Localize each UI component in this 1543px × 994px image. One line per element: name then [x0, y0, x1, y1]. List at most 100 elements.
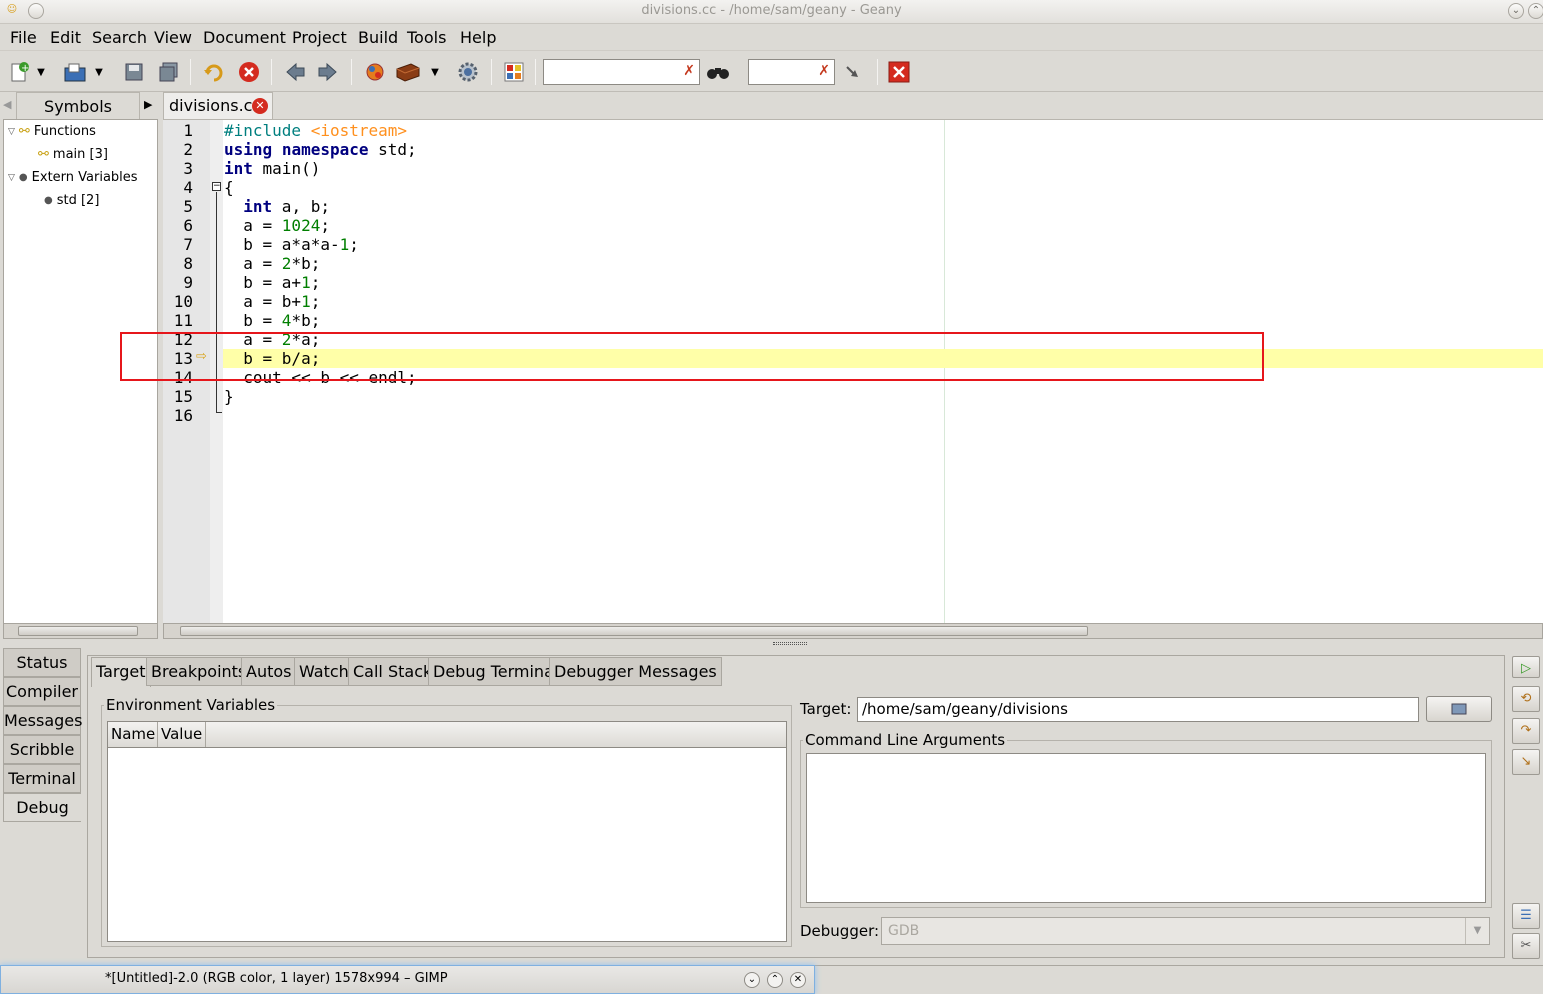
- navigate-forward-button[interactable]: [315, 60, 341, 84]
- quit-button[interactable]: [886, 60, 912, 84]
- cmd-args-textarea[interactable]: [806, 753, 1486, 903]
- menu-file[interactable]: File: [10, 28, 37, 47]
- line-number: 5: [183, 197, 193, 216]
- toolbar-separator: [190, 59, 191, 85]
- tab-symbols[interactable]: Symbols: [16, 92, 140, 119]
- tab-debugger-messages[interactable]: Debugger Messages: [549, 657, 722, 686]
- code-line-11: b = 4*b;: [224, 311, 321, 330]
- tab-autos[interactable]: Autos: [241, 657, 297, 686]
- pane-splitter[interactable]: [163, 641, 1543, 647]
- menu-document[interactable]: Document: [203, 28, 286, 47]
- menu-view[interactable]: View: [154, 28, 192, 47]
- debug-settings-button[interactable]: ✂: [1512, 933, 1540, 959]
- maximize-button[interactable]: ⌃: [1528, 3, 1543, 19]
- toolbar-separator: [271, 59, 272, 85]
- env-vars-label: Environment Variables: [104, 696, 278, 714]
- expander-icon[interactable]: ▽: [8, 173, 15, 183]
- close-tab-icon[interactable]: ✕: [252, 98, 268, 114]
- editor-hscrollbar[interactable]: [163, 623, 1543, 639]
- revert-button[interactable]: [200, 60, 226, 84]
- env-vars-header: Name Value: [108, 722, 786, 748]
- run-button[interactable]: [455, 60, 481, 84]
- gimp-maximize-icon[interactable]: ⌃: [767, 972, 783, 988]
- code-line-8: a = 2*b;: [224, 254, 321, 273]
- tab-terminal[interactable]: Terminal: [3, 764, 81, 793]
- code-line-10: a = b+1;: [224, 292, 321, 311]
- find-button[interactable]: [705, 60, 731, 84]
- tab-debug[interactable]: Debug: [3, 793, 81, 822]
- search-input[interactable]: ✗: [543, 59, 700, 85]
- target-path-field[interactable]: /home/sam/geany/divisions: [857, 697, 1419, 722]
- tab-target[interactable]: Target: [91, 657, 151, 687]
- gimp-close-icon[interactable]: ✕: [790, 972, 806, 988]
- open-file-button[interactable]: [62, 60, 88, 84]
- goto-line-input[interactable]: ✗: [748, 59, 835, 85]
- save-button[interactable]: [121, 60, 147, 84]
- tree-item-main[interactable]: ⚯ main [3]: [38, 147, 108, 162]
- sidebar-hscrollbar[interactable]: [3, 623, 158, 639]
- goto-line-button[interactable]: [841, 60, 867, 84]
- scrollbar-thumb[interactable]: [18, 626, 138, 636]
- expander-icon[interactable]: ▽: [8, 127, 15, 137]
- save-all-button[interactable]: [156, 60, 182, 84]
- chevron-down-icon[interactable]: ▼: [1465, 918, 1489, 944]
- tab-status[interactable]: Status: [3, 648, 81, 677]
- code-line-9: b = a+1;: [224, 273, 321, 292]
- build-dropdown-icon[interactable]: ▼: [428, 60, 442, 84]
- menu-project[interactable]: Project: [292, 28, 347, 47]
- open-dropdown-icon[interactable]: ▼: [92, 60, 106, 84]
- fold-line-end: [216, 412, 222, 413]
- close-file-button[interactable]: [236, 60, 262, 84]
- gimp-window-bar[interactable]: *[Untitled]-2.0 (RGB color, 1 layer) 157…: [0, 965, 815, 994]
- navigate-back-button[interactable]: [282, 60, 308, 84]
- debugger-select[interactable]: GDB ▼: [881, 917, 1490, 945]
- menu-tools[interactable]: Tools: [407, 28, 446, 47]
- compile-button[interactable]: [362, 60, 388, 84]
- tab-divisions-cc[interactable]: divisions.cc ✕: [163, 92, 273, 119]
- menu-bar: File Edit Search View Document Project B…: [0, 24, 1543, 50]
- splitter-grip[interactable]: [773, 642, 807, 645]
- color-chooser-button[interactable]: [501, 60, 527, 84]
- tree-node-functions[interactable]: ▽ ⚯ Functions: [8, 124, 96, 139]
- browse-target-button[interactable]: [1426, 696, 1492, 722]
- clear-search-icon[interactable]: ✗: [683, 63, 695, 79]
- tab-call-stack[interactable]: Call Stack: [348, 657, 438, 686]
- tab-watch[interactable]: Watch: [294, 657, 354, 686]
- scrollbar-thumb[interactable]: [180, 626, 1088, 636]
- fold-toggle-icon[interactable]: −: [212, 182, 221, 191]
- code-line-5: int a, b;: [243, 197, 330, 216]
- menu-build[interactable]: Build: [358, 28, 398, 47]
- clear-goto-icon[interactable]: ✗: [818, 63, 830, 79]
- cmd-args-label: Command Line Arguments: [803, 731, 1008, 749]
- tab-scribble[interactable]: Scribble: [3, 735, 81, 764]
- minimize-button[interactable]: ⌄: [1508, 3, 1524, 19]
- debug-step-over-button[interactable]: ↷: [1512, 718, 1540, 744]
- build-button[interactable]: [395, 60, 421, 84]
- menu-edit[interactable]: Edit: [50, 28, 81, 47]
- tree-node-extern-variables[interactable]: ▽ ● Extern Variables: [8, 170, 138, 185]
- tab-compiler[interactable]: Compiler: [3, 677, 81, 706]
- sidebar-scroll-left-icon[interactable]: ◀: [3, 93, 15, 117]
- debug-step-into-button[interactable]: ↘: [1512, 749, 1540, 775]
- sidebar-scroll-right-icon[interactable]: ▶: [144, 93, 156, 117]
- revert-icon: [204, 64, 223, 82]
- menu-help[interactable]: Help: [460, 28, 496, 47]
- debug-panel-button[interactable]: ☰: [1512, 903, 1540, 929]
- debugger-label: Debugger:: [800, 922, 880, 940]
- new-file-button[interactable]: +: [6, 60, 32, 84]
- tab-breakpoints[interactable]: Breakpoints: [146, 657, 252, 686]
- env-vars-table[interactable]: [107, 721, 787, 942]
- code-line-1: #include <iostream>: [224, 121, 408, 140]
- gimp-minimize-icon[interactable]: ⌄: [744, 972, 760, 988]
- new-file-dropdown-icon[interactable]: ▼: [34, 60, 48, 84]
- arrow-right-icon: [318, 62, 337, 82]
- column-header-name[interactable]: Name: [108, 722, 158, 747]
- tab-messages[interactable]: Messages: [3, 706, 82, 735]
- tree-item-std[interactable]: ● std [2]: [44, 193, 99, 208]
- debug-run-button[interactable]: ▷: [1512, 656, 1540, 678]
- column-header-value[interactable]: Value: [158, 722, 206, 747]
- debug-restart-button[interactable]: ⟲: [1512, 686, 1540, 712]
- tab-debug-terminal[interactable]: Debug Terminal: [428, 657, 564, 686]
- menu-search[interactable]: Search: [92, 28, 147, 47]
- code-line-6: a = 1024;: [224, 216, 330, 235]
